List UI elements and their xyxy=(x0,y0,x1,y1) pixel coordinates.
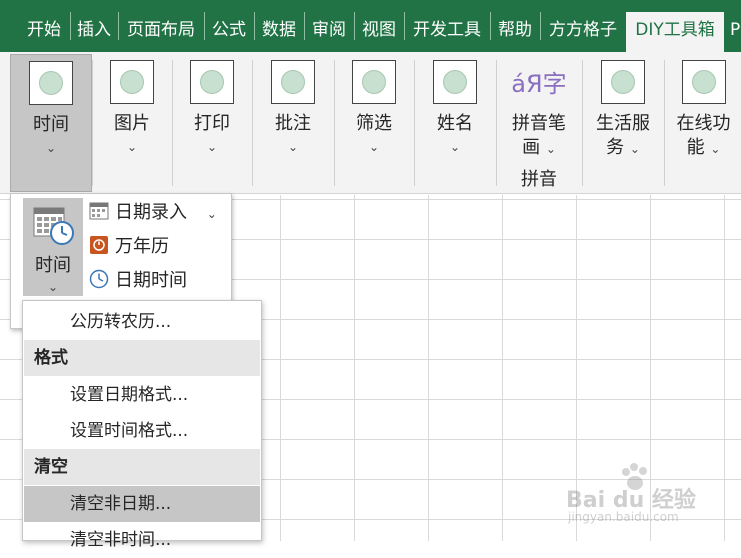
life-service-button[interactable]: 生活服 务 ⌄ xyxy=(584,54,662,190)
time-options-menu: 公历转农历... 格式 设置日期格式... 设置时间格式... 清空 清空非日期… xyxy=(22,300,262,550)
chevron-down-icon: ⌄ xyxy=(629,142,640,156)
chevron-down-icon: ⌄ xyxy=(545,142,556,156)
life-service-label-line2-row: 务 ⌄ xyxy=(584,136,662,161)
tab-help[interactable]: 帮助 xyxy=(490,12,540,52)
calendar-clock-icon xyxy=(33,207,74,245)
comment-button-label: 批注 xyxy=(275,113,311,134)
perpetual-calendar-label: 万年历 xyxy=(115,236,169,257)
pinyin-stroke-label-line2: 画 xyxy=(522,137,541,158)
ribbon-separator xyxy=(414,60,415,186)
life-service-label-line2: 务 xyxy=(606,137,625,158)
ribbon-separator xyxy=(334,60,335,186)
comment-button[interactable]: 批注 ⌄ xyxy=(254,54,332,190)
chevron-down-icon: ⌄ xyxy=(368,140,380,154)
baidu-jingyan-watermark: Bai du 经验 jingyan.baidu.com xyxy=(566,462,726,532)
filter-button[interactable]: 筛选 ⌄ xyxy=(336,54,412,190)
chevron-down-icon: ⌄ xyxy=(126,140,138,154)
perpetual-calendar-icon xyxy=(90,236,108,254)
tab-page-layout[interactable]: 页面布局 xyxy=(118,12,204,52)
placeholder-icon xyxy=(601,60,645,104)
placeholder-icon xyxy=(29,61,73,105)
print-button[interactable]: 打印 ⌄ xyxy=(174,54,250,190)
chevron-down-icon: ⌄ xyxy=(47,280,59,294)
ribbon-separator xyxy=(664,60,665,186)
tab-review[interactable]: 审阅 xyxy=(304,12,354,52)
time-split-button[interactable]: 时间 ⌄ xyxy=(23,198,83,296)
ribbon-tab-bar: 开始 插入 页面布局 公式 数据 审阅 视图 开发工具 帮助 方方格子 DIY工… xyxy=(0,0,741,52)
time-button-label: 时间 xyxy=(33,114,69,135)
online-features-button[interactable]: 在线功 能 ⌄ xyxy=(666,54,741,190)
tab-formulas[interactable]: 公式 xyxy=(204,12,254,52)
name-button[interactable]: 姓名 ⌄ xyxy=(416,54,494,190)
menu-item-set-time-format[interactable]: 设置时间格式... xyxy=(24,413,260,449)
date-time-label: 日期时间 xyxy=(115,270,187,291)
tab-insert[interactable]: 插入 xyxy=(70,12,118,52)
online-features-label-line1: 在线功 xyxy=(676,113,731,134)
pinyin-icon-glyph: áЯ字 xyxy=(511,70,567,98)
ribbon-separator xyxy=(92,60,93,186)
perpetual-calendar-button[interactable]: 万年历 xyxy=(89,232,169,262)
ribbon: 时间 ⌄ 图片 ⌄ 打印 ⌄ 批注 ⌄ 筛选 ⌄ 姓名 ⌄ áЯ字 拼音笔 画 … xyxy=(0,52,741,194)
menu-item-clear-non-times[interactable]: 清空非时间... xyxy=(24,522,260,558)
tab-developer[interactable]: 开发工具 xyxy=(404,12,490,52)
time-split-button-label: 时间 xyxy=(35,255,71,276)
pinyin-icon: áЯ字 xyxy=(498,62,580,106)
print-button-label: 打印 xyxy=(194,113,230,134)
placeholder-icon xyxy=(352,60,396,104)
placeholder-icon xyxy=(271,60,315,104)
picture-button[interactable]: 图片 ⌄ xyxy=(94,54,170,190)
pinyin-stroke-button[interactable]: áЯ字 拼音笔 画 ⌄ 拼音 xyxy=(498,54,580,190)
date-time-button[interactable]: 日期时间 xyxy=(89,266,187,296)
filter-button-label: 筛选 xyxy=(356,113,392,134)
placeholder-icon xyxy=(190,60,234,104)
tab-view[interactable]: 视图 xyxy=(354,12,404,52)
ribbon-separator xyxy=(172,60,173,186)
chevron-down-icon: ⌄ xyxy=(45,141,57,155)
placeholder-icon xyxy=(110,60,154,104)
placeholder-icon xyxy=(433,60,477,104)
ribbon-separator xyxy=(252,60,253,186)
pinyin-stroke-label-line2-row: 画 ⌄ xyxy=(498,136,580,161)
pinyin-stroke-label-line1: 拼音笔 xyxy=(512,113,566,134)
chevron-down-icon: ⌄ xyxy=(206,140,218,154)
name-button-label: 姓名 xyxy=(437,113,473,134)
watermark-url: jingyan.baidu.com xyxy=(568,510,679,524)
menu-item-gregorian-to-lunar[interactable]: 公历转农历... xyxy=(24,304,260,340)
online-features-label-line2: 能 xyxy=(686,137,705,158)
tab-home[interactable]: 开始 xyxy=(18,12,70,52)
chevron-down-icon: ⌄ xyxy=(287,140,299,154)
ribbon-separator xyxy=(496,60,497,186)
ribbon-separator xyxy=(582,60,583,186)
time-button[interactable]: 时间 ⌄ xyxy=(10,54,92,192)
calendar-icon xyxy=(89,202,109,220)
date-entry-button[interactable]: 日期录入 ⌄ xyxy=(89,198,217,228)
menu-header-clear: 清空 xyxy=(24,449,260,485)
clock-icon xyxy=(89,269,109,289)
placeholder-icon xyxy=(681,60,726,104)
menu-item-set-date-format[interactable]: 设置日期格式... xyxy=(24,377,260,413)
tab-diy-toolbox[interactable]: DIY工具箱 xyxy=(626,12,724,52)
tab-fangfang-gezi[interactable]: 方方格子 xyxy=(540,12,626,52)
tab-data[interactable]: 数据 xyxy=(254,12,304,52)
online-features-label-line2-row: 能 ⌄ xyxy=(666,136,741,161)
menu-header-format: 格式 xyxy=(24,340,260,376)
chevron-down-icon: ⌄ xyxy=(206,207,217,221)
chevron-down-icon: ⌄ xyxy=(710,142,721,156)
menu-item-clear-non-dates[interactable]: 清空非日期... xyxy=(24,486,260,522)
life-service-label-line1: 生活服 xyxy=(596,113,650,134)
tab-more[interactable]: P xyxy=(726,12,741,52)
ribbon-group-label-pinyin: 拼音 xyxy=(521,169,557,190)
chevron-down-icon: ⌄ xyxy=(449,140,461,154)
date-entry-label: 日期录入 xyxy=(115,202,187,223)
picture-button-label: 图片 xyxy=(114,113,150,134)
